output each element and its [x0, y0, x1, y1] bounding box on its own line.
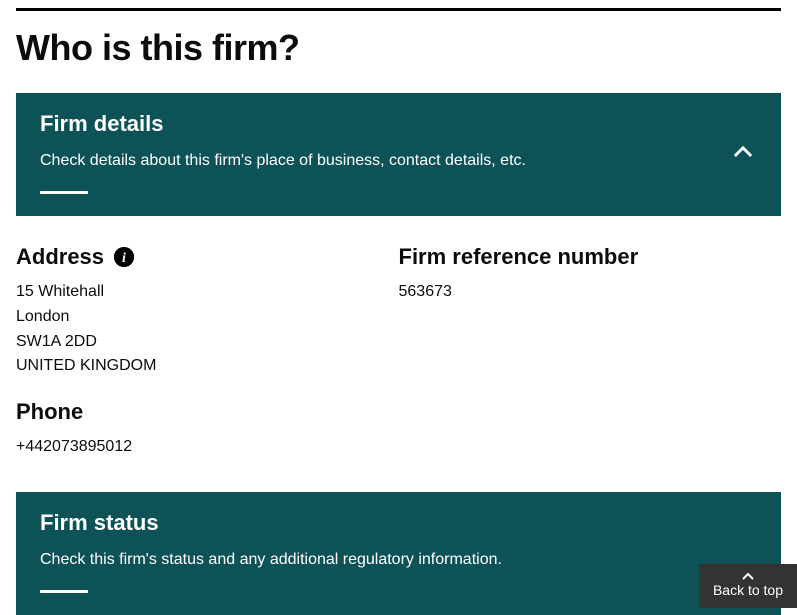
frn-label-text: Firm reference number: [399, 244, 639, 270]
frn-label: Firm reference number: [399, 244, 782, 270]
phone-label: Phone: [16, 399, 399, 425]
firm-details-panel-header[interactable]: Firm details Check details about this fi…: [16, 93, 781, 216]
phone-label-text: Phone: [16, 399, 83, 425]
firm-status-panel-header[interactable]: Firm status Check this firm's status and…: [16, 492, 781, 615]
firm-status-title: Firm status: [40, 510, 757, 536]
address-line: London: [16, 305, 399, 330]
back-to-top-label: Back to top: [713, 582, 783, 598]
address-label-text: Address: [16, 244, 104, 270]
frn-value: 563673: [399, 280, 782, 305]
address-line: 15 Whitehall: [16, 280, 399, 305]
firm-details-body: Address i 15 Whitehall London SW1A 2DD U…: [16, 216, 781, 484]
section-divider: [16, 8, 781, 11]
firm-status-description: Check this firm's status and any additio…: [40, 548, 580, 572]
page-title: Who is this firm?: [16, 27, 781, 69]
panel-underline: [40, 590, 88, 593]
address-label: Address i: [16, 244, 399, 270]
firm-details-title: Firm details: [40, 111, 757, 137]
address-line: SW1A 2DD: [16, 330, 399, 355]
address-line: UNITED KINGDOM: [16, 354, 399, 379]
chevron-up-icon[interactable]: [729, 138, 757, 171]
phone-value: +442073895012: [16, 435, 399, 460]
panel-underline: [40, 191, 88, 194]
svg-text:i: i: [122, 251, 126, 266]
address-value: 15 Whitehall London SW1A 2DD UNITED KING…: [16, 280, 399, 379]
firm-details-description: Check details about this firm's place of…: [40, 149, 580, 173]
info-icon[interactable]: i: [114, 247, 134, 267]
back-to-top-button[interactable]: Back to top: [699, 564, 797, 608]
